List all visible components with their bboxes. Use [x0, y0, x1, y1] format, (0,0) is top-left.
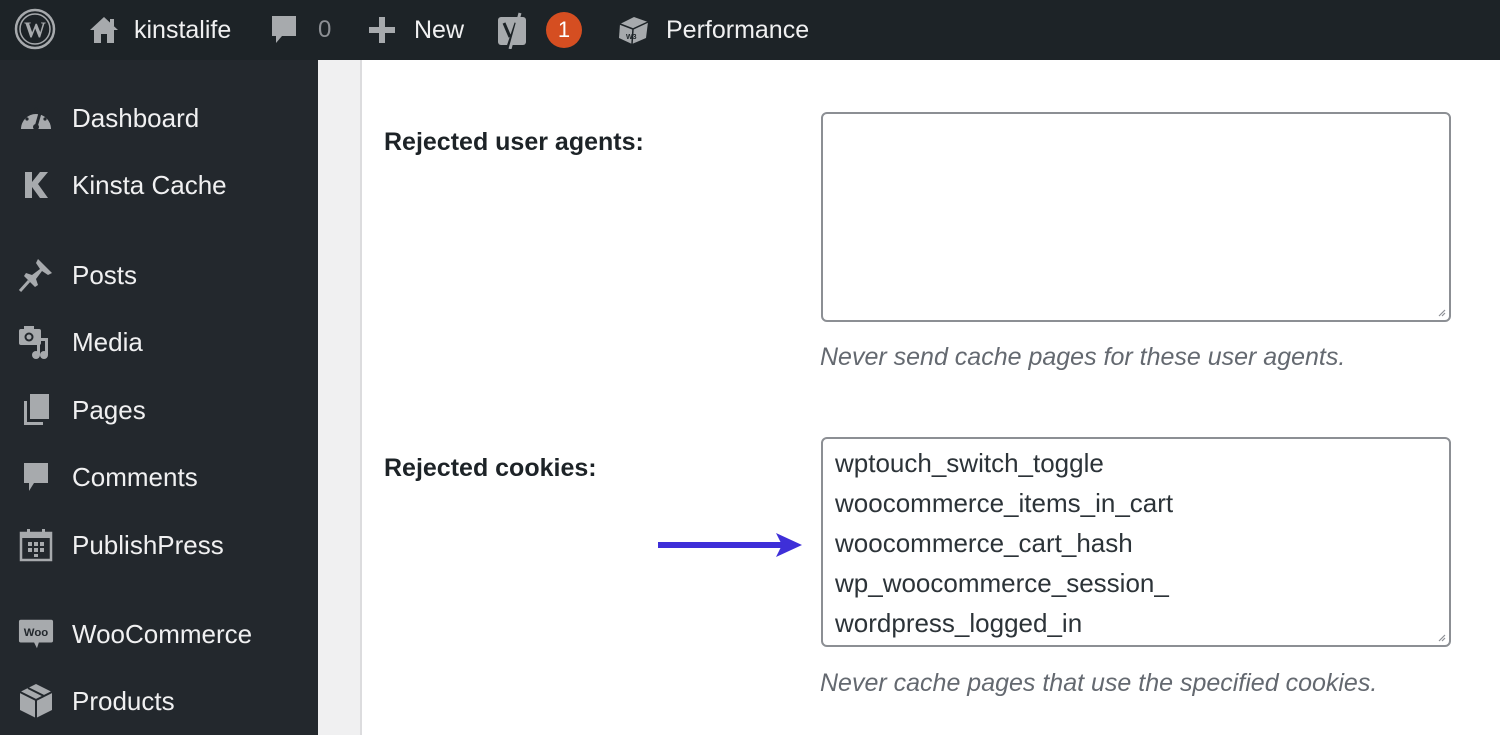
comment-bubble-icon	[18, 459, 54, 495]
sidebar-item-label: WooCommerce	[72, 618, 253, 649]
cookie-line: wp_woocommerce_session_	[835, 568, 1169, 598]
resize-grip-icon[interactable]	[1436, 632, 1446, 642]
sidebar-item-label: PublishPress	[72, 529, 224, 560]
new-content-button[interactable]: New	[368, 0, 464, 60]
cookie-line: wordpress_logged_in	[835, 608, 1083, 638]
svg-text:Woo: Woo	[24, 627, 48, 639]
plus-icon	[368, 16, 396, 44]
svg-text:W3: W3	[626, 34, 637, 41]
admin-bar: W kinstalife 0 New 1 W3 Performance	[0, 0, 1500, 60]
rejected-cookies-label: Rejected cookies:	[384, 454, 597, 482]
rejected-cookies-textarea[interactable]: wptouch_switch_toggle woocommerce_items_…	[821, 437, 1451, 647]
rejected-user-agents-description: Never send cache pages for these user ag…	[820, 343, 1346, 371]
sidebar-item-media[interactable]: Media	[0, 317, 318, 367]
w3-total-cache-icon: W3	[616, 12, 652, 48]
dashboard-gauge-icon	[18, 100, 54, 136]
home-icon	[88, 14, 120, 46]
sidebar-item-label: Media	[72, 326, 143, 357]
performance-menu[interactable]: W3 Performance	[616, 0, 809, 60]
cookie-line: woocommerce_items_in_cart	[835, 488, 1174, 518]
sidebar-item-label: Dashboard	[72, 102, 200, 133]
pages-icon	[18, 392, 54, 428]
rejected-cookies-description: Never cache pages that use the specified…	[820, 669, 1378, 697]
site-name-link[interactable]: kinstalife	[88, 0, 231, 60]
svg-text:W: W	[24, 17, 46, 42]
performance-label: Performance	[666, 15, 810, 44]
sidebar-item-label: Products	[72, 685, 175, 716]
notification-badge: 1	[546, 12, 582, 48]
content-gutter	[318, 60, 362, 735]
calendar-icon	[18, 527, 54, 563]
sidebar-item-comments[interactable]: Comments	[0, 452, 318, 502]
rejected-user-agents-textarea[interactable]	[821, 112, 1451, 322]
site-name: kinstalife	[134, 15, 232, 44]
arrow-right-icon	[658, 533, 802, 557]
wordpress-logo-icon: W	[14, 8, 56, 50]
sidebar-item-label: Posts	[72, 259, 138, 290]
sidebar-item-label: Kinsta Cache	[72, 169, 227, 200]
yoast-icon	[496, 12, 532, 49]
woo-icon: Woo	[18, 616, 54, 652]
sidebar-item-pages[interactable]: Pages	[0, 385, 318, 435]
sidebar-item-products[interactable]: Products	[0, 676, 318, 726]
comment-bubble-icon	[270, 14, 298, 46]
comments-link[interactable]: 0	[270, 0, 331, 60]
new-label: New	[414, 15, 465, 44]
cookie-line: wptouch_switch_toggle	[835, 448, 1104, 478]
sidebar-item-woocommerce[interactable]: Woo WooCommerce	[0, 609, 318, 659]
cookie-line: woocommerce_cart_hash	[835, 528, 1133, 558]
yoast-seo-button[interactable]: 1	[496, 0, 582, 60]
sidebar-item-dashboard[interactable]: Dashboard	[0, 93, 318, 143]
sidebar-item-label: Pages	[72, 394, 146, 425]
box-icon	[18, 683, 54, 719]
sidebar-item-label: Comments	[72, 461, 198, 492]
comments-count: 0	[318, 16, 332, 43]
rejected-user-agents-label: Rejected user agents:	[384, 128, 644, 156]
media-camera-music-icon	[18, 324, 54, 360]
wordpress-logo-button[interactable]: W	[14, 8, 56, 50]
sidebar-item-kinsta-cache[interactable]: Kinsta Cache	[0, 160, 318, 210]
admin-sidebar: Dashboard Kinsta Cache Posts Media Pages…	[0, 60, 318, 735]
sidebar-item-posts[interactable]: Posts	[0, 250, 318, 300]
resize-grip-icon[interactable]	[1436, 307, 1446, 317]
pushpin-icon	[18, 257, 54, 293]
kinsta-k-icon	[18, 167, 54, 203]
sidebar-item-publishpress[interactable]: PublishPress	[0, 520, 318, 570]
settings-content: Rejected user agents: Never send cache p…	[364, 60, 1500, 735]
